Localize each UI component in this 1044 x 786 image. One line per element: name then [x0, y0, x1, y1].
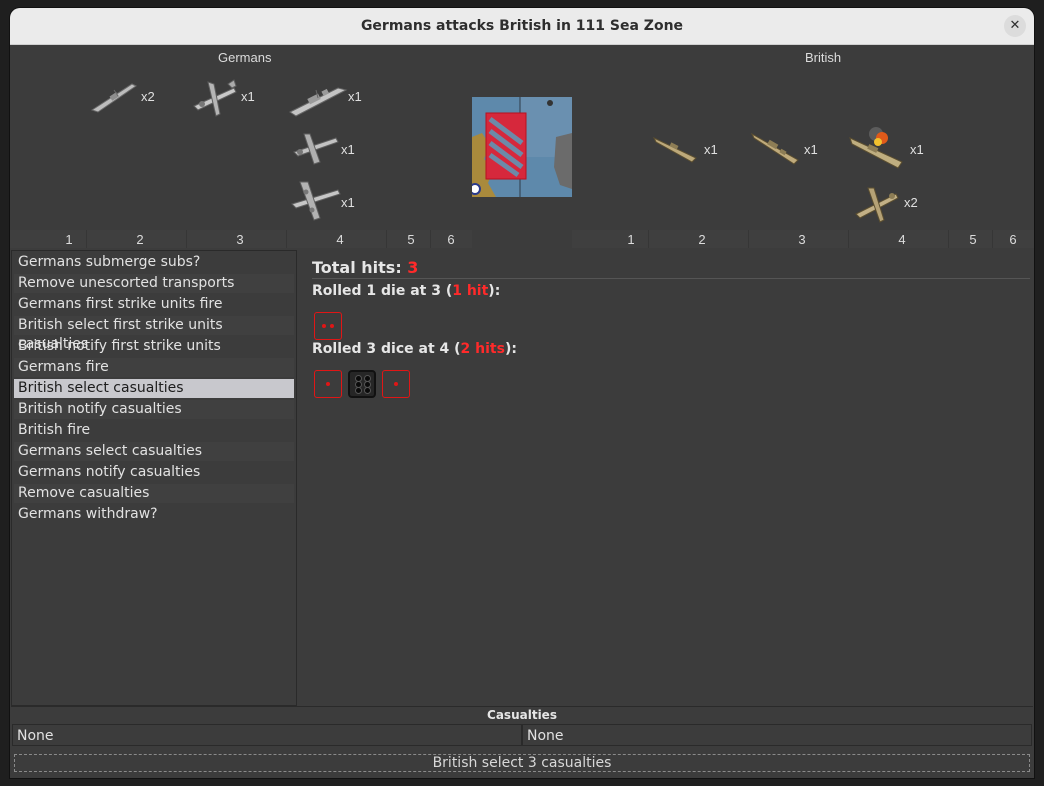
unit-count: x1: [704, 142, 718, 157]
roll-text: ):: [504, 341, 517, 357]
battle-steps-list[interactable]: Germans submerge subs? Remove unescorted…: [11, 250, 297, 706]
column-number: 1: [65, 232, 73, 247]
roll-line-1: Rolled 1 die at 3 (1 hit):: [312, 283, 500, 299]
defender-label: British: [805, 50, 842, 65]
list-item[interactable]: British notify casualties: [14, 400, 294, 419]
column-number: 5: [407, 232, 415, 247]
window-title: Germans attacks British in 111 Sea Zone: [360, 18, 684, 34]
fighter-icon: [850, 180, 902, 230]
column-number: 6: [447, 232, 455, 247]
list-item[interactable]: Remove unescorted transports: [14, 274, 294, 293]
divider: [312, 278, 1030, 279]
unit-count: x1: [804, 142, 818, 157]
destroyer-icon: [652, 130, 702, 170]
list-item[interactable]: Germans fire: [14, 358, 294, 377]
unit-count: x1: [348, 89, 362, 104]
roll-text: ):: [488, 283, 501, 299]
battle-window: Germans attacks British in 111 Sea Zone …: [10, 8, 1034, 778]
die-miss: [348, 370, 376, 398]
list-item[interactable]: Germans withdraw?: [14, 505, 294, 524]
list-item[interactable]: British notify first strike units casual…: [14, 337, 294, 373]
column-number: 3: [236, 232, 244, 247]
close-icon[interactable]: ✕: [1004, 15, 1026, 37]
damaged-battleship-icon: [848, 124, 908, 174]
list-item[interactable]: Germans select casualties: [14, 442, 294, 461]
dice-results-panel: Total hits: 3 Rolled 1 die at 3 (1 hit):…: [296, 250, 1034, 704]
roll-hits: 1 hit: [452, 283, 489, 299]
list-item[interactable]: Remove casualties: [14, 484, 294, 503]
total-hits-label: Total hits:: [312, 258, 408, 277]
die-hit: [314, 370, 342, 398]
die-hit: [314, 312, 342, 340]
title-bar: Germans attacks British in 111 Sea Zone …: [10, 8, 1034, 45]
list-item[interactable]: Germans submerge subs?: [14, 253, 294, 272]
column-number: 4: [898, 232, 906, 247]
sea-zone-map: [469, 97, 572, 197]
battleship-icon: [288, 74, 348, 122]
casualties-header: Casualties: [11, 706, 1033, 724]
column-number: 1: [627, 232, 635, 247]
column-number: 3: [798, 232, 806, 247]
total-hits-value: 3: [407, 258, 419, 277]
column-number: 4: [336, 232, 344, 247]
roll-text: Rolled 3 dice at 4 (: [312, 341, 461, 357]
unit-count: x1: [341, 195, 355, 210]
list-item[interactable]: Germans first strike units fire: [14, 295, 294, 314]
defender-casualties: None: [522, 724, 1032, 746]
tactical-bomber-icon: [290, 128, 340, 172]
die-hit: [382, 370, 410, 398]
unit-count: x1: [241, 89, 255, 104]
unit-count: x2: [904, 195, 918, 210]
unit-count: x2: [141, 89, 155, 104]
list-item[interactable]: British select first strike units casual…: [14, 316, 294, 352]
list-item-selected[interactable]: British select casualties: [14, 379, 294, 398]
fighter-icon: [188, 76, 240, 126]
unit-count: x1: [910, 142, 924, 157]
cruiser-icon: [750, 126, 804, 172]
unit-count: x1: [341, 142, 355, 157]
status-action-button[interactable]: British select 3 casualties: [14, 754, 1030, 772]
column-number: 2: [698, 232, 706, 247]
list-item[interactable]: British fire: [14, 421, 294, 440]
column-number: 2: [136, 232, 144, 247]
attacker-label: Germans: [218, 50, 272, 65]
roll-line-2: Rolled 3 dice at 4 (2 hits):: [312, 341, 517, 357]
column-number: 5: [969, 232, 977, 247]
attacker-casualties: None: [12, 724, 522, 746]
roll-text: Rolled 1 die at 3 (: [312, 283, 453, 299]
column-number: 6: [1009, 232, 1017, 247]
list-item[interactable]: Germans notify casualties: [14, 463, 294, 482]
total-hits: Total hits: 3: [312, 258, 418, 277]
cruiser-icon: [88, 76, 140, 120]
roll-hits: 2 hits: [460, 341, 505, 357]
bomber-icon: [288, 178, 342, 228]
